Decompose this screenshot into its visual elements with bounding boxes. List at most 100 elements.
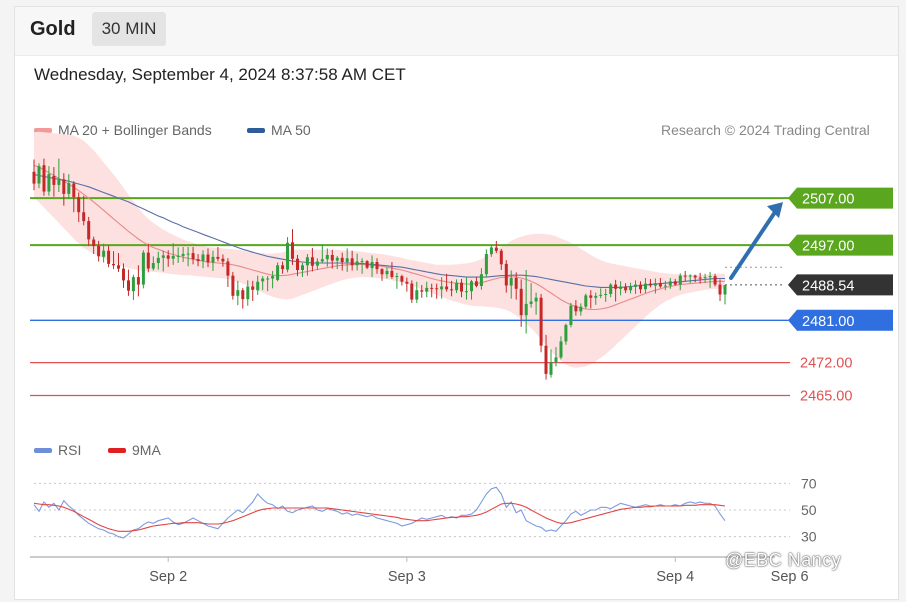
candle-body [504, 263, 508, 286]
candle-body [340, 257, 344, 262]
candle-body [296, 258, 299, 270]
candle-body [639, 284, 642, 290]
candle-body [440, 286, 444, 290]
candle-body [325, 255, 329, 260]
candle-body [345, 258, 349, 263]
candle-body [624, 286, 628, 291]
bollinger-band-group [34, 131, 725, 368]
candle-body [385, 270, 389, 275]
forecast-arrow-head [767, 202, 783, 219]
candle-body [206, 254, 210, 263]
candle-body [166, 255, 170, 259]
candle-body [529, 301, 533, 304]
candle-body [614, 284, 618, 289]
candle-body [246, 286, 250, 300]
level-label: 2497.00 [802, 239, 854, 255]
candle-body [609, 284, 613, 294]
candle-body [713, 276, 717, 285]
candle-body [584, 295, 588, 307]
chart-canvas: 2507.00 2497.00 2488.54 2481.00 2472.00 2465.… [30, 131, 893, 585]
x-axis-label: Sep 3 [388, 569, 426, 585]
candle-body [181, 254, 185, 256]
level-label: 2488.54 [802, 278, 854, 294]
level-label: 2472.00 [800, 356, 852, 372]
candle-body [67, 183, 71, 194]
candle-body [82, 212, 86, 222]
candle-body [107, 250, 111, 264]
candle-body [350, 258, 354, 266]
candle-body [420, 290, 424, 292]
rsi-tick-label: 70 [801, 475, 817, 491]
candle-body [32, 171, 36, 184]
bollinger-band [34, 131, 725, 368]
candle-body [315, 261, 319, 266]
candle-body [161, 255, 165, 258]
candle-body [117, 265, 120, 269]
candle-body [87, 221, 91, 240]
candle-body [52, 176, 56, 185]
candle-body [499, 250, 503, 265]
candle-body [62, 179, 66, 194]
candle-body [479, 274, 483, 286]
candle-body [445, 286, 449, 290]
candle-body [658, 283, 662, 287]
candle-body [494, 247, 498, 251]
candle-body [191, 253, 195, 260]
rsi-panel-group: 70 50 30 [33, 475, 817, 545]
candle-body [634, 284, 637, 287]
candle-body [156, 257, 160, 263]
candle-body [231, 275, 235, 296]
candle-body [335, 257, 339, 261]
candle-body [305, 257, 309, 266]
candle-body [415, 290, 419, 300]
candle-body [400, 276, 404, 282]
candle-body [723, 285, 727, 295]
candle-body [57, 179, 61, 185]
level-labels-group: 2507.00 2497.00 2488.54 2481.00 2472.00 2465.… [729, 187, 893, 405]
candle-body [653, 283, 657, 286]
candle-body [534, 297, 538, 302]
candle-body [102, 250, 106, 257]
level-label: 2481.00 [802, 314, 854, 330]
candle-body [196, 259, 200, 262]
candle-body [599, 294, 603, 296]
candle-body [683, 275, 687, 277]
candle-body [176, 255, 180, 257]
level-label: 2465.00 [800, 389, 852, 405]
candle-body [365, 261, 369, 268]
candle-body [221, 258, 225, 262]
candle-body [524, 303, 528, 316]
candle-body [450, 289, 454, 291]
candle-body [291, 242, 294, 259]
candle-body [286, 242, 289, 270]
candle-body [301, 265, 304, 270]
candle-body [718, 284, 722, 295]
candle-body [216, 256, 220, 259]
candle-body [211, 256, 215, 263]
candle-body [281, 265, 285, 270]
candle-body [146, 252, 150, 269]
candle-body [668, 281, 672, 286]
candle-body [360, 261, 364, 263]
candle-body [37, 166, 41, 184]
candle-body [678, 275, 682, 285]
candle-body [380, 269, 384, 275]
candle-body [470, 281, 473, 292]
candle-body [489, 247, 493, 255]
candle-body [405, 281, 409, 284]
candle-body [629, 286, 633, 291]
candle-body [271, 276, 275, 279]
level-label: 2507.00 [802, 192, 854, 208]
candle-body [554, 357, 558, 363]
candle-body [430, 287, 434, 289]
candle-body [261, 278, 265, 282]
candle-body [127, 280, 130, 291]
candle-body [509, 278, 513, 286]
candle-body [693, 275, 697, 278]
candle-body [47, 174, 51, 192]
candle-body [544, 345, 548, 374]
candle-body [569, 305, 573, 325]
candle-body [355, 261, 359, 266]
candle-body [425, 287, 429, 292]
candle-body [708, 276, 712, 278]
